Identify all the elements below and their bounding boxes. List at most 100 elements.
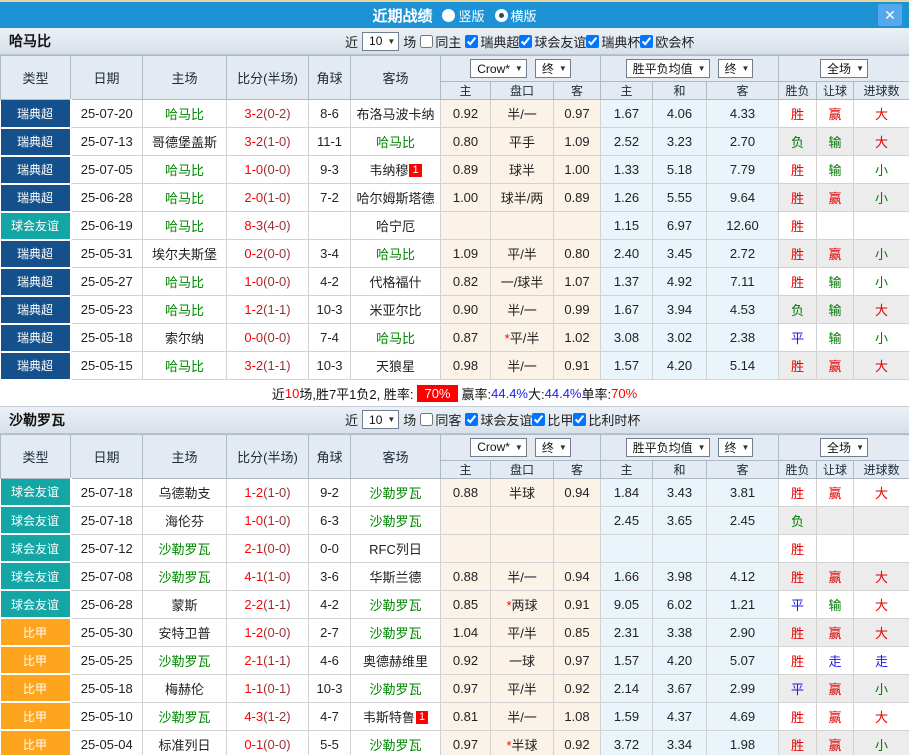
vertical-layout-radio[interactable]: 竖版 [442,6,485,25]
goals-outcome: 大 [853,295,909,324]
handicap-line: 平/半 [490,673,554,703]
team-name: 沙勒罗瓦 [9,411,65,428]
halftime-score: (1-1) [263,358,291,373]
handicap-away-odds: 1.07 [553,267,601,296]
close-button[interactable]: ✕ [878,4,902,26]
corner-score: 10-3 [308,673,351,703]
match-date: 25-06-19 [70,211,143,240]
fullmatch-group-header: 全场 [778,433,909,461]
match-date: 25-05-18 [70,323,143,352]
result-outcome: 负 [778,295,818,324]
league-checkbox[interactable] [465,34,479,48]
match-score: 0-0(0-0) [226,323,309,352]
league-filter[interactable]: 比甲 [532,410,573,429]
match-scope-select[interactable]: 全场 [820,59,868,78]
bookmaker-select[interactable]: Crow* [470,437,527,457]
match-date: 25-05-25 [70,645,143,675]
league-checkbox[interactable] [519,34,533,48]
league-checkbox[interactable] [640,34,654,48]
away-team-name: 哈马比 [375,135,415,150]
corner-score: 9-2 [308,477,351,507]
league-checkbox[interactable] [465,413,479,426]
result-outcome: 胜 [778,351,818,380]
radio-selected-icon[interactable] [494,8,508,22]
corner-score [308,211,351,240]
final-avg-select[interactable]: 终 [717,59,754,78]
horizontal-layout-radio[interactable]: 横版 [494,6,537,25]
handicap-line: 半/一 [490,295,554,324]
avg-odds-select[interactable]: 胜平负均值 [625,59,710,78]
bookmaker-select[interactable]: Crow* [470,59,527,78]
match-date: 25-07-12 [70,533,143,563]
avg-draw-odds: 3.65 [652,505,707,535]
match-score: 2-0(1-0) [226,183,309,212]
away-team: 沙勒罗瓦 [350,505,441,535]
handicap-line: 平/半 [490,239,554,268]
match-score: 1-2(1-0) [226,477,309,507]
avg-home-odds: 3.72 [600,729,653,755]
home-team: 哈马比 [142,295,227,324]
league-filter[interactable]: 比利时杯 [573,410,640,429]
match-row: 比甲 25-05-25 沙勒罗瓦 2-1(1-1) 4-6 奥德赫维里 0.92… [0,645,909,675]
league-filter[interactable]: 瑞典超 [465,32,519,51]
handicap-line: 半/一 [490,351,554,380]
away-team-name: 哈马比 [375,331,415,346]
radio-unselected-icon[interactable] [442,8,456,22]
league-type-badge: 球会友谊 [0,505,72,535]
avg-away-odds: 2.45 [705,505,780,535]
final-odds-select[interactable]: 终 [534,59,571,78]
match-count-select[interactable]: 10 [362,31,400,51]
match-score: 3-2(1-1) [226,351,309,380]
match-date: 25-07-18 [70,505,143,535]
avg-away-odds: 1.21 [705,589,780,619]
away-team: 哈马比 [350,239,441,268]
league-checkbox[interactable] [532,413,546,426]
section-header: 哈马比 近 10 场 同主 瑞典超球会友谊瑞典杯欧会杯 [0,28,909,55]
league-checkbox[interactable] [586,34,600,48]
handicap-group-header: Crow* 终 [440,433,601,461]
col-header-odds-home: 主 [440,459,491,479]
avg-draw-odds: 4.20 [652,351,707,380]
match-score: 4-1(1-0) [226,561,309,591]
match-row: 瑞典超 25-07-05 哈马比 1-0(0-0) 9-3 韦纳穆 1 0.89 … [0,155,909,185]
league-filter[interactable]: 球会友谊 [465,410,532,429]
corner-score: 4-2 [308,589,351,619]
col-header-date: 日期 [70,433,143,479]
col-header-handicap-result: 让球 [816,81,855,100]
league-filter[interactable]: 瑞典杯 [586,32,640,51]
same-venue-checkbox[interactable] [420,34,434,48]
result-outcome: 胜 [778,99,818,128]
avg-odds-select[interactable]: 胜平负均值 [625,437,710,457]
home-team-name: 乌德勒支 [158,485,211,501]
league-checkbox[interactable] [573,413,587,426]
final-avg-select[interactable]: 终 [717,437,754,457]
halftime-score: (0-0) [263,162,291,177]
col-header-handicap: 盘口 [490,459,554,479]
same-venue-checkbox[interactable] [420,413,434,426]
match-count-select[interactable]: 10 [362,410,400,429]
col-header-odds-away: 客 [553,81,601,100]
away-team: 沙勒罗瓦 [350,477,441,507]
handicap-away-odds: 0.80 [553,239,601,268]
col-header-type: 类型 [0,55,71,100]
same-venue-filter[interactable]: 同客 [420,410,461,429]
league-filter[interactable]: 球会友谊 [519,32,586,51]
avg-away-odds: 2.38 [705,323,780,352]
result-outcome: 负 [778,505,818,535]
fulltime-score: 0-1 [244,736,264,752]
match-date: 25-07-18 [70,477,143,507]
avg-home-odds: 1.67 [600,99,653,128]
same-venue-filter[interactable]: 同主 [420,32,461,51]
home-team-name: 哈马比 [164,275,204,290]
col-header-away: 客场 [350,433,441,479]
result-outcome: 胜 [778,645,818,675]
league-filter[interactable]: 欧会杯 [640,32,694,51]
handicap-outcome [816,533,855,563]
match-scope-select[interactable]: 全场 [820,437,868,457]
handicap-line: 一球 [490,645,554,675]
handicap-away-odds: 0.94 [553,477,601,507]
final-odds-select[interactable]: 终 [534,437,571,457]
match-row: 球会友谊 25-07-12 沙勒罗瓦 2-1(0-0) 0-0 RFC列日 胜 [0,533,909,563]
away-team: 沙勒罗瓦 [350,589,441,619]
home-team-name: 哈马比 [164,107,204,122]
